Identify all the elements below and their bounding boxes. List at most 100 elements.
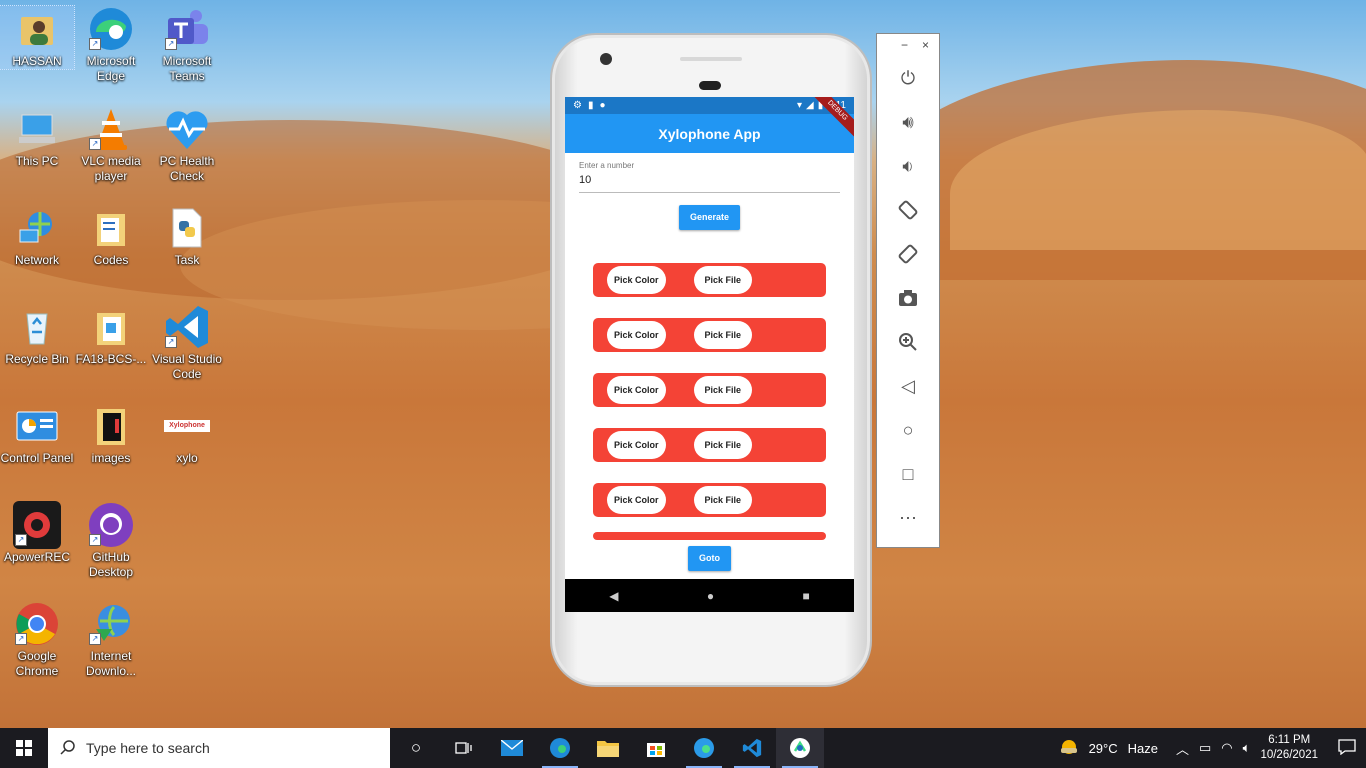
pick-file-button[interactable]: Pick File — [693, 376, 753, 404]
volume-up-icon[interactable]: 🔊︎ — [877, 100, 939, 144]
notifications-icon[interactable] — [1338, 738, 1356, 758]
volume-icon[interactable]: 🔈︎ — [1243, 740, 1251, 756]
edge-taskbar-icon[interactable] — [536, 728, 584, 768]
folder-icon — [87, 304, 135, 350]
clock-time: 6:11 PM — [1268, 734, 1311, 746]
desktop-icon-fa18[interactable]: FA18-BCS-... — [74, 304, 148, 367]
task-view-icon[interactable] — [440, 728, 488, 768]
wifi-icon[interactable]: ◠ — [1221, 740, 1232, 756]
power-icon[interactable]: ⏻ — [877, 56, 939, 100]
clock-date: 10/26/2021 — [1260, 749, 1318, 761]
generate-button[interactable]: Generate — [678, 205, 741, 230]
desktop-icon-control-panel[interactable]: Control Panel — [0, 403, 74, 466]
start-button[interactable] — [0, 728, 48, 768]
pick-color-button[interactable]: Pick Color — [607, 486, 666, 514]
back-icon[interactable]: ◁ — [877, 364, 939, 408]
more-icon[interactable]: ⋯ — [877, 496, 939, 540]
battery-icon[interactable]: ▭ — [1199, 740, 1211, 756]
file-explorer-icon[interactable] — [584, 728, 632, 768]
desktop-icon-vlc[interactable]: ↗ VLC media player — [74, 106, 148, 184]
desktop-icon-chrome[interactable]: ↗ Google Chrome — [0, 601, 74, 679]
earpiece — [699, 81, 721, 90]
weather-temp[interactable]: 29°C — [1089, 741, 1118, 756]
desktop-icon-hassan[interactable]: HASSAN — [0, 5, 75, 70]
github-icon: ↗ — [87, 502, 135, 548]
pick-file-button[interactable]: Pick File — [693, 321, 753, 349]
pick-color-button[interactable]: Pick Color — [607, 431, 666, 459]
recycle-bin-icon — [13, 304, 61, 350]
desktop-icon-codes[interactable]: Codes — [74, 205, 148, 268]
android-nav-bar: ◀ ● ■ — [565, 579, 854, 612]
edge-app-taskbar-icon[interactable] — [680, 728, 728, 768]
number-field-value[interactable]: 10 — [579, 174, 840, 186]
emulator-toolbar: − × ⏻ 🔊︎ 🔉︎ ◁ ○ □ ⋯ — [876, 33, 940, 548]
desktop-icon-recycle-bin[interactable]: Recycle Bin — [0, 304, 74, 367]
desktop-icon-edge[interactable]: ↗ Microsoft Edge — [74, 6, 148, 84]
desktop-icon-xylo[interactable]: Xylophone xylo — [150, 403, 224, 466]
wifi-icon: ▾ — [797, 100, 803, 111]
sync-icon: ● — [599, 100, 606, 111]
idm-icon: ↗ — [87, 601, 135, 647]
desktop-icon-teams[interactable]: ↗ Microsoft Teams — [150, 6, 224, 84]
nav-back-icon[interactable]: ◀ — [609, 589, 618, 603]
desktop-icon-images[interactable]: images — [74, 403, 148, 466]
home-icon[interactable]: ○ — [877, 408, 939, 452]
desktop-icon-vscode[interactable]: ↗ Visual Studio Code — [150, 304, 224, 382]
desktop-icon-apowerrec[interactable]: ↗ ApowerREC — [0, 501, 74, 565]
pick-color-button[interactable]: Pick Color — [607, 321, 666, 349]
screenshot-icon[interactable] — [877, 276, 939, 320]
zoom-icon[interactable] — [877, 320, 939, 364]
nav-recents-icon[interactable]: ■ — [803, 589, 810, 603]
store-icon[interactable] — [632, 728, 680, 768]
number-field[interactable]: Enter a number 10 — [579, 161, 840, 193]
taskbar-search-box[interactable]: Type here to search — [48, 728, 390, 768]
vscode-taskbar-icon[interactable] — [728, 728, 776, 768]
pick-file-button[interactable]: Pick File — [693, 431, 753, 459]
pick-color-button[interactable]: Pick Color — [607, 376, 666, 404]
rotate-left-icon[interactable] — [877, 188, 939, 232]
signal-icon: ◢ — [806, 100, 814, 111]
app-title: Xylophone App — [658, 125, 761, 142]
android-studio-taskbar-icon[interactable] — [776, 728, 824, 768]
goto-button[interactable]: Goto — [688, 546, 731, 571]
desktop-icon-network[interactable]: Network — [0, 205, 74, 268]
desktop-icon-idm[interactable]: ↗ Internet Downlo... — [74, 601, 148, 679]
android-status-bar: ⚙ ▮ ● ▾ ◢ ▮ 6:11 DEBUG — [565, 97, 854, 140]
pick-file-button[interactable]: Pick File — [693, 486, 753, 514]
desktop-icon-github[interactable]: ↗ GitHub Desktop — [74, 502, 148, 580]
cortana-icon[interactable]: ○ — [392, 728, 440, 768]
folder-icon — [87, 403, 135, 449]
minimize-button[interactable]: − — [901, 38, 908, 56]
list-item: Pick Color Pick File — [593, 428, 826, 462]
android-emulator-device: ⚙ ▮ ● ▾ ◢ ▮ 6:11 DEBUG Xylophone App Ent… — [550, 33, 872, 687]
vlc-icon: ↗ — [87, 106, 135, 152]
rotate-right-icon[interactable] — [877, 232, 939, 276]
mail-icon[interactable] — [488, 728, 536, 768]
search-icon — [60, 739, 76, 758]
overview-icon[interactable]: □ — [877, 452, 939, 496]
weather-icon[interactable] — [1059, 737, 1079, 760]
pick-file-button[interactable]: Pick File — [693, 266, 753, 294]
nav-home-icon[interactable]: ● — [707, 589, 714, 603]
weather-desc[interactable]: Haze — [1128, 741, 1158, 756]
network-icon — [13, 205, 61, 251]
volume-down-icon[interactable]: 🔉︎ — [877, 144, 939, 188]
desktop-icon-this-pc[interactable]: This PC — [0, 106, 74, 169]
user-folder-icon — [13, 6, 61, 52]
pick-color-button[interactable]: Pick Color — [607, 266, 666, 294]
settings-icon: ⚙ — [573, 100, 582, 111]
desktop-icon-task[interactable]: Task — [150, 205, 224, 268]
front-camera — [600, 53, 612, 65]
speaker-grille — [680, 57, 742, 61]
health-check-icon — [163, 106, 211, 152]
desktop-icon-pc-health[interactable]: PC Health Check — [150, 106, 224, 184]
phone-screen[interactable]: ⚙ ▮ ● ▾ ◢ ▮ 6:11 DEBUG Xylophone App Ent… — [565, 97, 854, 612]
taskbar-clock[interactable]: 6:11 PM 10/26/2021 — [1260, 733, 1318, 763]
row-list[interactable]: Pick Color Pick File Pick Color Pick Fil… — [593, 263, 826, 561]
control-panel-icon — [13, 403, 61, 449]
list-item-partial — [593, 532, 826, 540]
close-button[interactable]: × — [922, 38, 929, 56]
taskbar: Type here to search ○ 29°C Haze ︿ ▭ ◠ 🔈︎… — [0, 728, 1366, 768]
computer-icon — [13, 106, 61, 152]
chevron-up-icon[interactable]: ︿ — [1176, 739, 1189, 758]
